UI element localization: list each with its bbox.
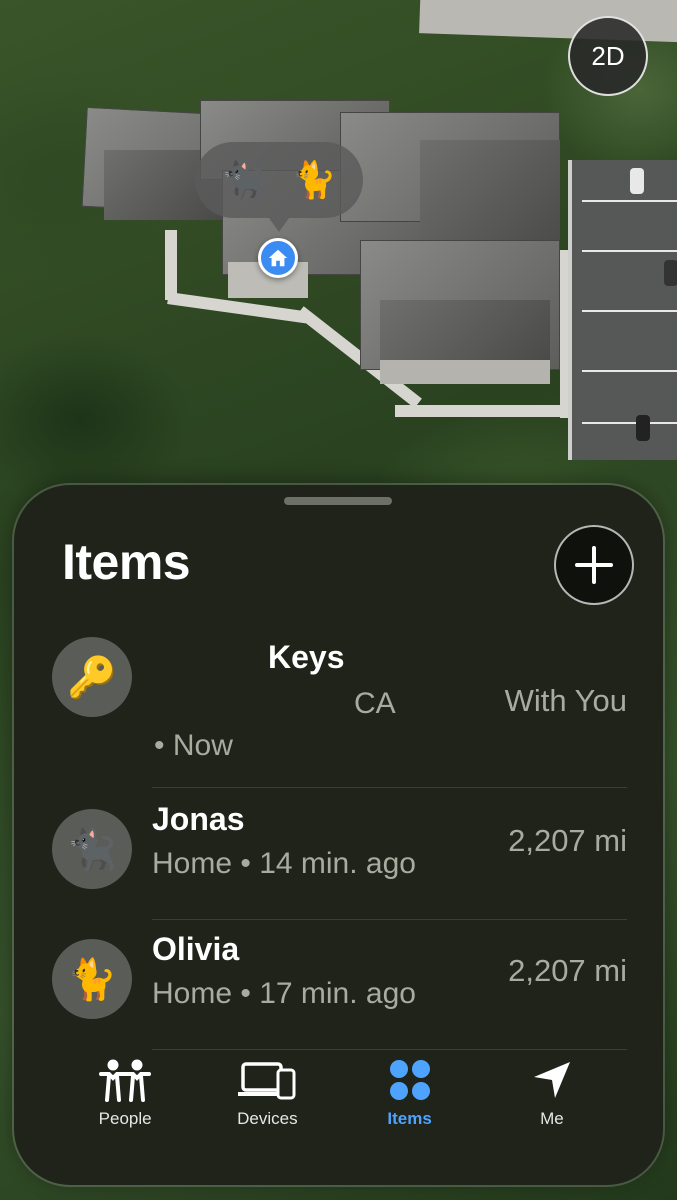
- items-sheet[interactable]: Items 🔑 Keys CA With You • Now 🐈‍⬛ Jonas…: [14, 485, 663, 1185]
- items-icon: [389, 1055, 431, 1105]
- orange-cat-icon: 🐈: [52, 939, 132, 1019]
- devices-icon: [238, 1055, 296, 1105]
- building-facade: [380, 360, 550, 384]
- item-time: • Now: [154, 729, 233, 762]
- list-item-jonas[interactable]: 🐈‍⬛ Jonas Home • 14 min. ago 2,207 mi: [14, 789, 663, 920]
- sheet-title: Items: [62, 534, 191, 590]
- add-item-button[interactable]: [554, 525, 634, 605]
- tab-people[interactable]: People: [70, 1055, 180, 1129]
- home-location-pin[interactable]: [258, 238, 298, 278]
- item-list: 🔑 Keys CA With You • Now 🐈‍⬛ Jonas Home …: [14, 625, 663, 1050]
- item-distance: 2,207 mi: [508, 953, 627, 988]
- divider: [152, 787, 627, 788]
- item-subtitle: Home • 17 min. ago: [152, 977, 416, 1010]
- tab-me[interactable]: Me: [497, 1055, 607, 1129]
- tab-label: People: [98, 1109, 152, 1128]
- item-name: Olivia: [152, 931, 240, 967]
- list-item-olivia[interactable]: 🐈 Olivia Home • 17 min. ago 2,207 mi: [14, 919, 663, 1050]
- item-name: Jonas: [152, 801, 245, 837]
- walkway: [165, 230, 177, 300]
- location-arrow-icon: [532, 1055, 572, 1105]
- tab-items[interactable]: Items: [355, 1055, 465, 1129]
- sheet-grabber[interactable]: [284, 497, 392, 505]
- item-location: CA: [354, 687, 396, 720]
- black-cat-icon: 🐈‍⬛: [221, 159, 267, 200]
- plus-icon: [575, 546, 613, 584]
- tab-label: Devices: [237, 1109, 298, 1128]
- item-distance: With You: [504, 683, 627, 718]
- item-distance: 2,207 mi: [508, 823, 627, 858]
- tab-label: Items: [387, 1109, 432, 1128]
- item-name: Keys: [268, 639, 345, 675]
- tab-devices[interactable]: Devices: [212, 1055, 322, 1129]
- tab-bar: People Devices Items Me: [14, 1055, 663, 1155]
- key-icon: 🔑: [52, 637, 132, 717]
- tab-label: Me: [540, 1109, 564, 1128]
- house-icon: [268, 249, 288, 267]
- black-cat-icon: 🐈‍⬛: [52, 809, 132, 889]
- list-item-keys[interactable]: 🔑 Keys CA With You • Now: [14, 625, 663, 788]
- pet-location-bubble[interactable]: 🐈‍⬛ 🐈: [195, 142, 363, 232]
- map-2d-toggle-button[interactable]: 2D: [568, 16, 648, 96]
- divider: [152, 1049, 627, 1050]
- parking-lot: [568, 160, 677, 460]
- walkway: [395, 405, 575, 417]
- people-icon: [97, 1055, 153, 1105]
- orange-cat-icon: 🐈: [291, 159, 337, 200]
- item-subtitle: Home • 14 min. ago: [152, 847, 416, 880]
